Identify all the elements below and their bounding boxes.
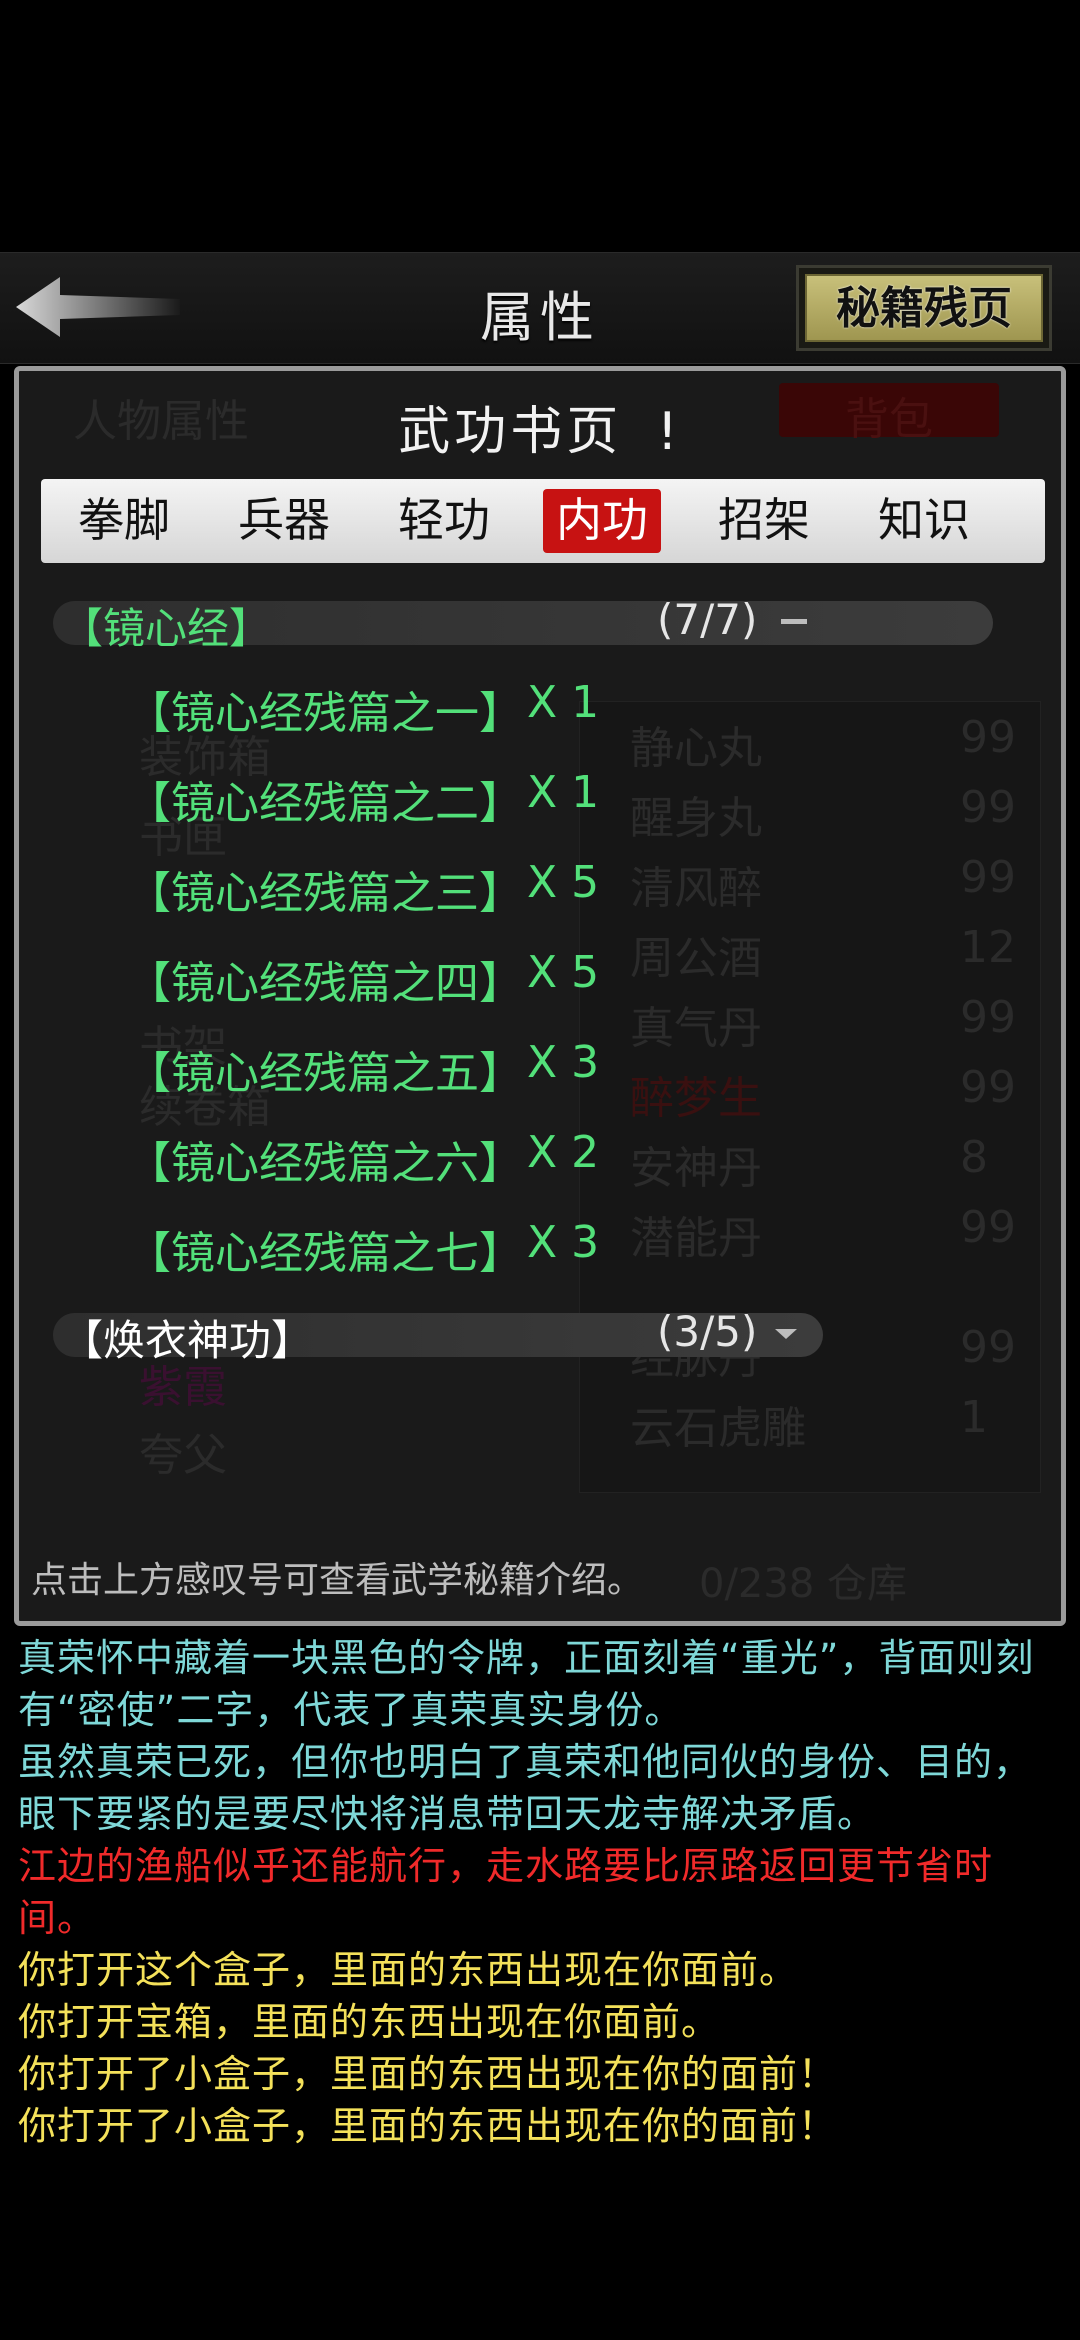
log-line: 江边的渔船似乎还能航行，走水路要比原路返回更节省时间。 [18, 1844, 994, 1940]
list-item[interactable]: 【镜心经残篇之三】 X 5 [127, 857, 599, 919]
entry-name: 【镜心经残篇之四】 [127, 958, 523, 1009]
tab-parry[interactable]: 招架 [705, 489, 823, 553]
ghost-count: 99 [960, 712, 1016, 763]
ghost-item: 真气丹 [630, 1003, 762, 1054]
log-line: 真荣怀中藏着一块黑色的令牌，正面刻着“重光”，背面则刻有“密使”二字，代表了真荣… [18, 1636, 1035, 1732]
list-item[interactable]: 【镜心经残篇之七】 X 3 [127, 1217, 599, 1279]
ghost-count: 12 [960, 922, 1016, 973]
ghost-count: 99 [960, 782, 1016, 833]
fragments-button-label: 秘籍残页 [805, 274, 1043, 342]
category-tabs: 拳脚 兵器 轻功 内功 招架 知识 [41, 479, 1045, 563]
list-item[interactable]: 【镜心经残篇之五】 X 3 [127, 1037, 599, 1099]
fragments-button[interactable]: 秘籍残页 [796, 265, 1052, 351]
ghost-item: 周公酒 [630, 933, 762, 984]
top-bar: 属性 秘籍残页 [0, 252, 1080, 364]
ghost-item: 云石虎雕 [630, 1403, 806, 1454]
collapse-icon [781, 619, 807, 624]
section-header-huanyishengong[interactable]: 【焕衣神功】 (3/5) [53, 1307, 823, 1365]
entry-name: 【镜心经残篇之二】 [127, 778, 523, 829]
entry-name: 【镜心经残篇之七】 [127, 1228, 523, 1279]
tab-fist[interactable]: 拳脚 [65, 489, 183, 553]
list-item[interactable]: 【镜心经残篇之四】 X 5 [127, 947, 599, 1009]
tab-knowledge[interactable]: 知识 [865, 489, 983, 553]
entry-qty: X 5 [527, 857, 600, 908]
log-line: 你打开这个盒子，里面的东西出现在你面前。 [18, 1948, 799, 1992]
expand-chevron-icon [775, 1329, 797, 1339]
ghost-count: 99 [960, 992, 1016, 1043]
ghost-item: 醒身丸 [630, 793, 762, 844]
entry-name: 【镜心经残篇之三】 [127, 868, 523, 919]
ghost-item: 安神丹 [630, 1143, 762, 1194]
list-item[interactable]: 【镜心经残篇之六】 X 2 [127, 1127, 599, 1189]
tab-lightness[interactable]: 轻功 [385, 489, 503, 553]
entry-qty: X 1 [527, 677, 600, 728]
entry-qty: X 2 [527, 1127, 600, 1178]
log-line: 虽然真荣已死，但你也明白了真荣和他同伙的身份、目的，眼下要紧的是要尽快将消息带回… [18, 1740, 1033, 1836]
entry-qty: X 3 [527, 1217, 600, 1268]
ghost-item: 静心丸 [630, 723, 762, 774]
entry-name: 【镜心经残篇之六】 [127, 1138, 523, 1189]
section-count: (3/5) [657, 1307, 758, 1356]
list-item[interactable]: 【镜心经残篇之二】 X 1 [127, 767, 599, 829]
ghost-storage: 0/238 仓库 [699, 1561, 907, 1607]
martial-pages-panel: 人物属性 背包 静心丸 99 醒身丸 99 清风醉 99 周公酒 12 真气丹 … [14, 366, 1066, 1626]
ghost-item: 潜能丹 [630, 1213, 762, 1264]
entry-name: 【镜心经残篇之一】 [127, 688, 523, 739]
list-item[interactable]: 【镜心经残篇之一】 X 1 [127, 677, 599, 739]
entry-qty: X 5 [527, 947, 600, 998]
panel-title: 武功书页 ! [19, 389, 1061, 464]
log-line: 你打开了小盒子，里面的东西出现在你的面前！ [18, 2052, 838, 2096]
story-log: 真荣怀中藏着一块黑色的令牌，正面刻着“重光”，背面则刻有“密使”二字，代表了真荣… [18, 1632, 1068, 2152]
info-exclamation-icon[interactable]: ! [657, 402, 682, 462]
entry-qty: X 1 [527, 767, 600, 818]
entry-qty: X 3 [527, 1037, 600, 1088]
section-title: 【镜心经】 [61, 604, 272, 653]
hint-text: 点击上方感叹号可查看武学秘籍介绍。 [31, 1560, 644, 1601]
ghost-item-table: 静心丸 99 醒身丸 99 清风醉 99 周公酒 12 真气丹 99 醉梦生 9… [579, 701, 1041, 1493]
ghost-count: 1 [960, 1392, 988, 1443]
ghost-count: 8 [960, 1132, 988, 1183]
tab-internal[interactable]: 内功 [543, 489, 661, 553]
ghost-left-item: 夸父 [139, 1430, 227, 1481]
ghost-item: 醉梦生 [630, 1073, 762, 1124]
log-line: 你打开宝箱，里面的东西出现在你面前。 [18, 2000, 721, 2044]
ghost-count: 99 [960, 1322, 1016, 1373]
section-header-jingxinjing[interactable]: 【镜心经】 (7/7) [53, 595, 993, 653]
ghost-count: 99 [960, 852, 1016, 903]
ghost-count: 99 [960, 1202, 1016, 1253]
tab-weapon[interactable]: 兵器 [225, 489, 343, 553]
ghost-item: 清风醉 [630, 863, 762, 914]
section-title: 【焕衣神功】 [61, 1316, 314, 1365]
panel-title-text: 武功书页 [398, 402, 623, 462]
log-line: 你打开了小盒子，里面的东西出现在你的面前！ [18, 2104, 838, 2148]
section-count: (7/7) [657, 595, 758, 644]
ghost-count: 99 [960, 1062, 1016, 1113]
entry-name: 【镜心经残篇之五】 [127, 1048, 523, 1099]
